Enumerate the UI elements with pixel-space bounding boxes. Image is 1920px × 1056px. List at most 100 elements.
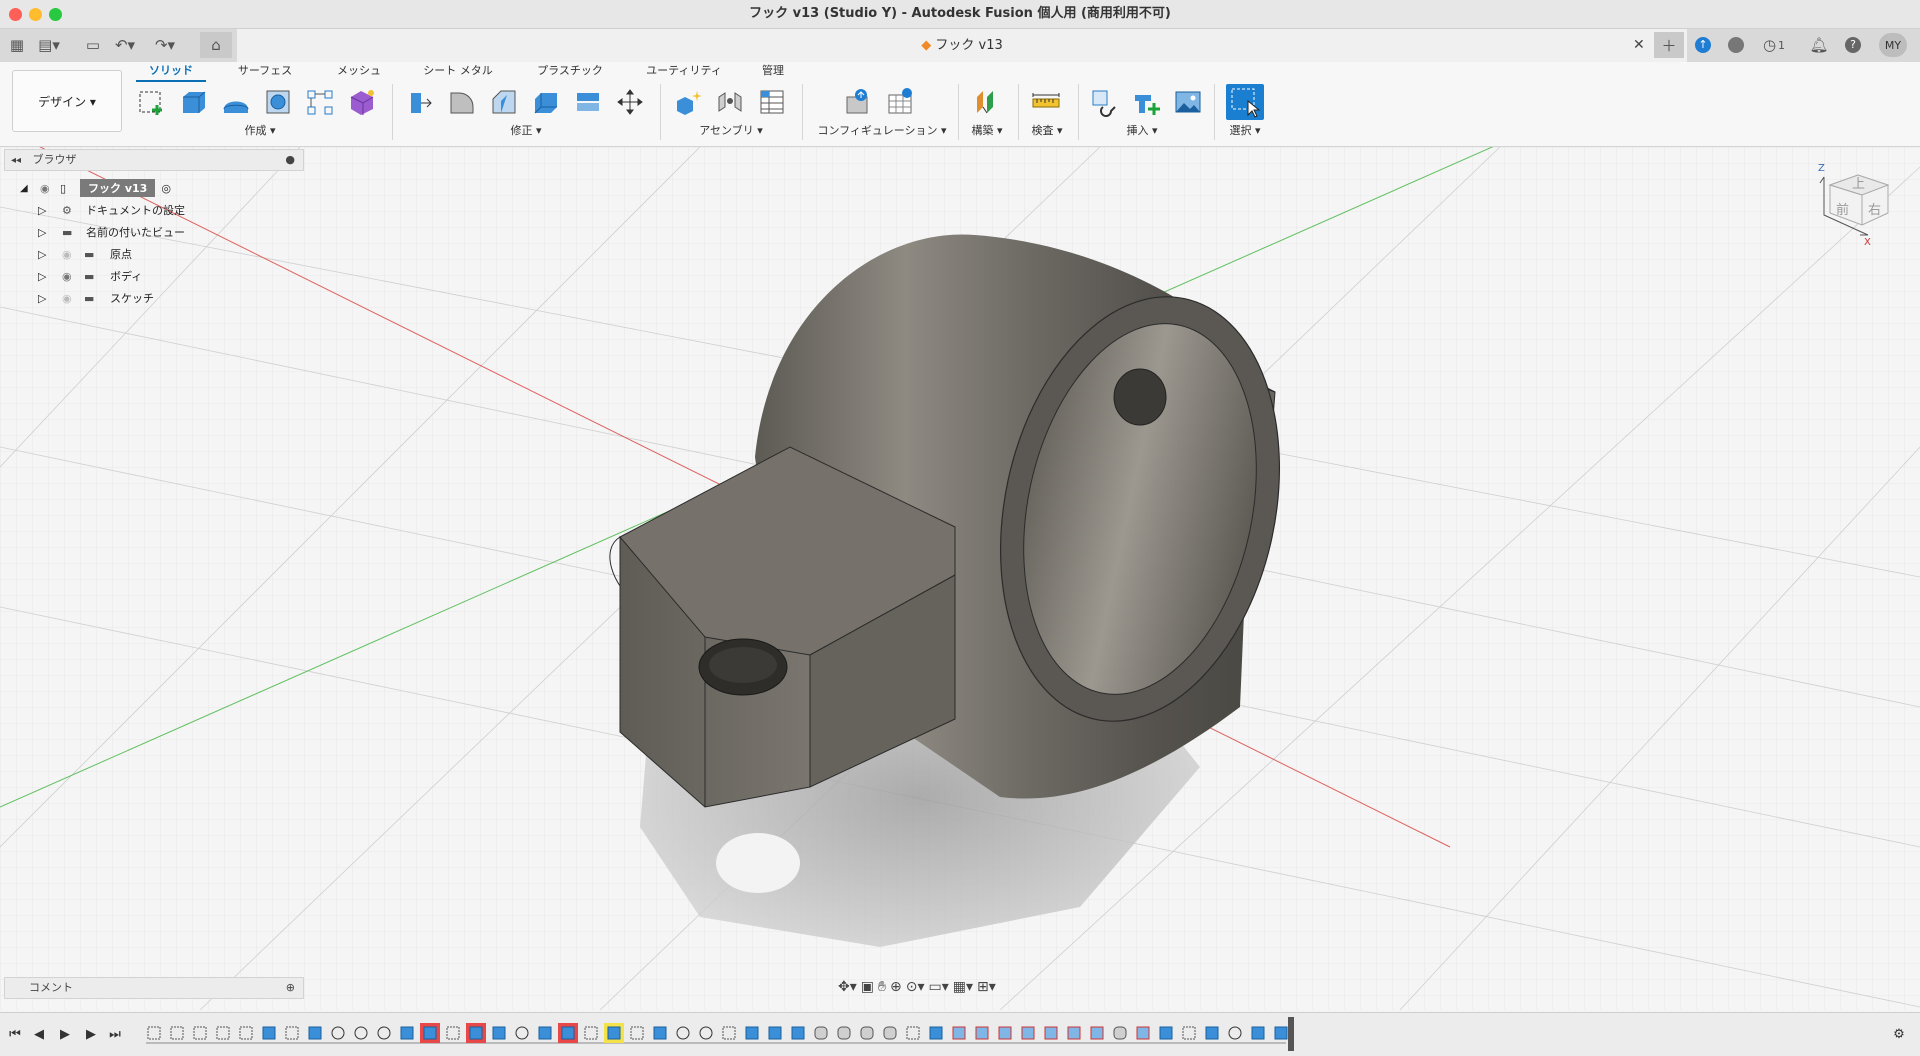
timeline-feature[interactable] [1090,1026,1104,1040]
tree-item-named-views[interactable]: ▷ ▬ 名前の付いたビュー [4,221,302,243]
expand-arrow-icon[interactable]: ▷ [38,292,52,305]
configuration-group-label[interactable]: コンフィギュレーション ▾ [814,122,950,138]
hole-icon[interactable] [262,86,294,118]
display-settings-icon[interactable]: ▭▾ [928,979,948,995]
timeline-start-icon[interactable]: ⏮︎ [6,1025,24,1043]
look-at-icon[interactable]: ▣ [861,979,874,995]
timeline-feature[interactable] [676,1026,690,1040]
tab-sheet-metal[interactable]: シート メタル [416,62,500,80]
insert-image-icon[interactable] [1172,86,1204,118]
revolve-icon[interactable] [220,86,252,118]
undo-icon[interactable]: ↶▾ [112,32,138,58]
timeline-feature[interactable] [745,1026,759,1040]
timeline-feature[interactable] [1021,1026,1035,1040]
eye-icon[interactable]: ◉ [62,270,78,283]
timeline-features[interactable] [146,1023,1296,1047]
timeline-feature[interactable] [308,1026,322,1040]
eye-hidden-icon[interactable]: ◉ [62,248,78,261]
file-menu-icon[interactable]: ▤▾ [36,32,62,58]
timeline-feature[interactable] [147,1026,161,1040]
timeline-feature[interactable] [1159,1026,1173,1040]
timeline-feature[interactable] [1067,1026,1081,1040]
timeline-feature[interactable] [216,1026,230,1040]
timeline-feature[interactable] [1228,1026,1242,1040]
app-grid-icon[interactable]: ▦ [4,32,30,58]
timeline-marker[interactable] [1288,1017,1294,1051]
tab-mesh[interactable]: メッシュ [326,62,392,80]
timeline-feature[interactable] [1274,1026,1288,1040]
view-cube-top[interactable]: 上 [1852,173,1865,192]
timeline-feature[interactable] [952,1026,966,1040]
create-group-label[interactable]: 作成 ▾ [230,122,290,138]
timeline-feature[interactable] [814,1026,828,1040]
view-cube-right[interactable]: 右 [1868,199,1881,218]
expand-arrow-icon[interactable]: ▷ [38,270,52,283]
extrude-icon[interactable] [178,86,210,118]
timeline-feature[interactable] [860,1026,874,1040]
timeline-feature[interactable] [377,1026,391,1040]
expand-arrow-icon[interactable]: ◢ [20,183,34,194]
timeline-end-icon[interactable]: ⏭︎ [106,1025,124,1043]
tree-item-bodies[interactable]: ▷ ◉ ▬ ボディ [4,265,302,287]
grid-settings-icon[interactable]: ▦▾ [953,979,973,995]
document-tab[interactable]: ◆ フック v13 ✕ [237,29,1687,62]
assembly-group-label[interactable]: アセンブリ ▾ [690,122,772,138]
select-group-label[interactable]: 選択 ▾ [1216,122,1274,138]
timeline-feature[interactable] [768,1026,782,1040]
timeline-feature[interactable] [1251,1026,1265,1040]
browser-header[interactable]: ◂◂ ブラウザ ● [4,149,304,171]
timeline-feature[interactable] [1136,1026,1150,1040]
user-avatar[interactable]: MY [1879,33,1907,57]
help-icon[interactable]: ? [1840,32,1866,58]
insert-derive-icon[interactable] [1088,86,1120,118]
measure-icon[interactable] [1030,86,1062,118]
insert-component-icon[interactable] [1130,86,1162,118]
timeline-feature[interactable] [239,1026,253,1040]
timeline-feature[interactable] [699,1026,713,1040]
pan-hand-icon[interactable]: ✋︎ [878,979,886,995]
home-icon[interactable]: ⌂ [200,32,232,58]
modify-group-label[interactable]: 修正 ▾ [496,122,556,138]
eye-icon[interactable]: ◉ [40,182,56,195]
press-pull-icon[interactable] [404,86,436,118]
close-tab-icon[interactable]: ✕ [1633,29,1645,62]
timeline-feature[interactable] [538,1026,552,1040]
timeline-feature[interactable] [906,1026,920,1040]
tree-item-origin[interactable]: ▷ ◉ ▬ 原点 [4,243,302,265]
timeline-feature[interactable] [722,1026,736,1040]
expand-arrow-icon[interactable]: ▷ [38,226,52,239]
zoom-icon[interactable]: ⊕ [890,979,902,995]
move-icon[interactable] [614,86,646,118]
job-status-icon[interactable]: ↑ [1690,32,1716,58]
configuration-table-icon[interactable] [884,86,916,118]
workspace-switcher[interactable]: デザイン ▾ [12,70,122,132]
timeline-feature[interactable] [331,1026,345,1040]
expand-arrow-icon[interactable]: ▷ [38,204,52,217]
activate-radio-icon[interactable]: ◎ [161,182,171,195]
timeline-feature[interactable] [446,1026,460,1040]
tree-root[interactable]: ◢ ◉ ▯ フック v13 ◎ [4,177,302,199]
chamfer-icon[interactable] [488,86,520,118]
timeline-feature[interactable] [420,1023,440,1043]
timeline-feature[interactable] [1113,1026,1127,1040]
save-icon[interactable]: ▭ [80,32,106,58]
insert-group-label[interactable]: 挿入 ▾ [1112,122,1172,138]
timeline-feature[interactable] [1205,1026,1219,1040]
timeline-feature[interactable] [515,1026,529,1040]
timeline-feature[interactable] [262,1026,276,1040]
timeline-settings-icon[interactable]: ⚙ [1890,1025,1908,1043]
new-tab-icon[interactable]: ＋ [1654,32,1684,58]
redo-icon[interactable]: ↷▾ [152,32,178,58]
pattern-icon[interactable] [304,86,336,118]
timeline-prev-icon[interactable]: ◀ [30,1025,48,1043]
create-sketch-icon[interactable] [136,86,168,118]
timeline-feature[interactable] [558,1023,578,1043]
orbit-icon[interactable]: ✥▾ [838,979,857,995]
construct-group-label[interactable]: 構築 ▾ [960,122,1014,138]
timeline-feature[interactable] [354,1026,368,1040]
timeline-feature[interactable] [653,1026,667,1040]
tree-item-sketches[interactable]: ▷ ◉ ▬ スケッチ [4,287,302,309]
timeline-feature[interactable] [791,1026,805,1040]
timeline-feature[interactable] [400,1026,414,1040]
timeline-feature[interactable] [929,1026,943,1040]
